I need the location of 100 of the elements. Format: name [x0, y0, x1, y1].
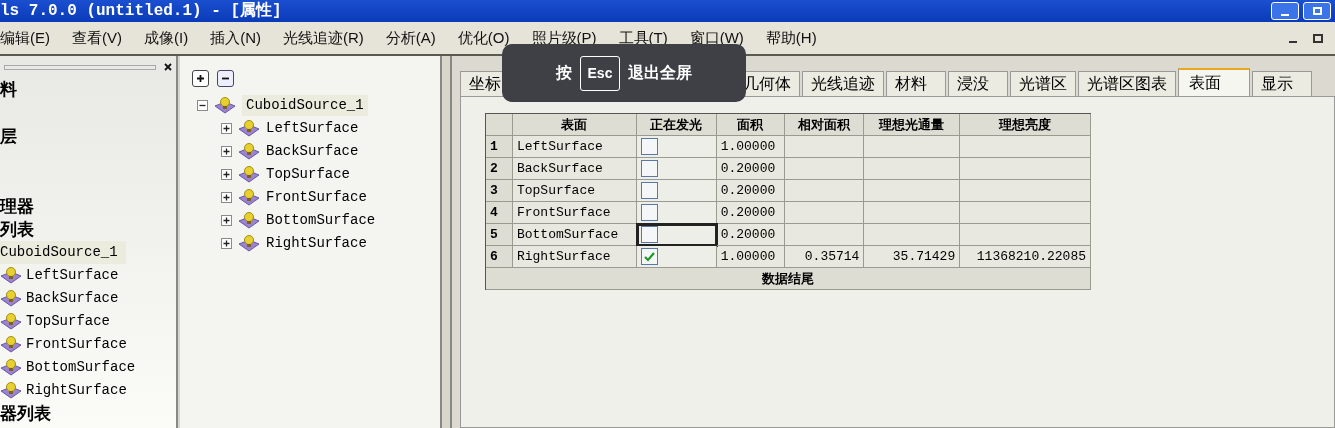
- tab[interactable]: 表面: [1178, 68, 1250, 96]
- row-header: 4: [486, 202, 513, 224]
- surface-icon: [0, 358, 22, 377]
- tree-item[interactable]: FrontSurface: [26, 334, 127, 355]
- section-heading: 理器: [0, 196, 35, 218]
- light-source-icon: [214, 96, 236, 115]
- surface-icon: [238, 211, 260, 230]
- menu-item[interactable]: 优化(O): [457, 26, 510, 50]
- tree-item[interactable]: BackSurface: [26, 288, 119, 309]
- checkbox[interactable]: [640, 160, 658, 177]
- plus-icon: [196, 74, 205, 83]
- tree-item[interactable]: BottomSurface: [26, 357, 136, 378]
- column-header: 理想亮度: [960, 114, 1091, 136]
- checkmark-icon: [643, 251, 655, 262]
- checkbox[interactable]: [640, 248, 658, 265]
- expand-icon[interactable]: [221, 192, 232, 203]
- tree-item[interactable]: RightSurface: [26, 380, 127, 401]
- row-header: 1: [486, 136, 513, 158]
- notice-text: 退出全屏: [628, 63, 693, 83]
- row-header: 6: [486, 246, 513, 268]
- column-header: 理想光通量: [864, 114, 961, 136]
- surface-icon: [238, 188, 260, 207]
- minimize-button[interactable]: [1271, 2, 1299, 20]
- expand-icon[interactable]: [221, 123, 232, 134]
- surface-icon: [0, 381, 22, 400]
- tree-item[interactable]: LeftSurface: [266, 118, 359, 139]
- table-cell: 1.00000: [716, 136, 785, 158]
- table-cell: TopSurface: [512, 180, 637, 202]
- column-header: 相对面积: [784, 114, 865, 136]
- menu-item[interactable]: 插入(N): [210, 26, 261, 50]
- surface-icon: [0, 335, 22, 354]
- tree-item[interactable]: CuboidSource_1: [242, 95, 368, 116]
- tab[interactable]: 显示: [1252, 71, 1312, 96]
- surface-icon: [238, 142, 260, 161]
- tree-item[interactable]: RightSurface: [266, 233, 367, 254]
- surface-icon: [238, 234, 260, 253]
- section-heading: 层: [0, 126, 18, 148]
- column-header: 表面: [512, 114, 637, 136]
- menu-item[interactable]: 成像(I): [144, 26, 189, 50]
- tree-item[interactable]: BackSurface: [266, 141, 359, 162]
- tree-item[interactable]: TopSurface: [26, 311, 110, 332]
- table-cell[interactable]: [636, 246, 717, 268]
- table-cell: FrontSurface: [512, 202, 637, 224]
- tab[interactable]: 材料: [886, 71, 946, 96]
- table-cell[interactable]: [636, 158, 717, 180]
- tree-item[interactable]: TopSurface: [266, 164, 350, 185]
- checkbox[interactable]: [640, 182, 658, 199]
- menu-item[interactable]: 查看(V): [72, 26, 122, 50]
- table-footer: 数据结尾: [486, 268, 1091, 290]
- tab[interactable]: 光谱区图表: [1078, 71, 1176, 96]
- menu-item[interactable]: 分析(A): [385, 26, 436, 50]
- tree-item[interactable]: FrontSurface: [266, 187, 367, 208]
- restore-icon[interactable]: [1313, 33, 1323, 43]
- tree-item[interactable]: CuboidSource_1: [0, 241, 126, 264]
- key-badge: Esc: [579, 55, 621, 91]
- column-header: 面积: [716, 114, 785, 136]
- table-cell[interactable]: [636, 224, 717, 246]
- collapse-icon[interactable]: [197, 100, 208, 111]
- notice-text: 按: [555, 63, 572, 83]
- column-header: 正在发光: [636, 114, 717, 136]
- tree-item[interactable]: BottomSurface: [266, 210, 376, 231]
- table-cell: 0.20000: [716, 202, 785, 224]
- table-cell: 0.20000: [716, 158, 785, 180]
- menu-item[interactable]: 编辑(E): [0, 26, 50, 50]
- checkbox[interactable]: [640, 138, 658, 155]
- section-heading: 器列表: [0, 403, 52, 425]
- expand-icon[interactable]: [221, 215, 232, 226]
- surface-icon: [0, 312, 22, 331]
- row-header: 2: [486, 158, 513, 180]
- tab[interactable]: 浸没: [948, 71, 1008, 96]
- restore-button[interactable]: [1303, 2, 1331, 20]
- surface-icon: [238, 119, 260, 138]
- checkbox[interactable]: [640, 204, 658, 221]
- row-header: 5: [486, 224, 513, 246]
- close-icon[interactable]: [164, 63, 172, 71]
- expand-icon[interactable]: [221, 169, 232, 180]
- window-title: ls 7.0.0 (untitled.1) - [属性]: [0, 0, 282, 22]
- expand-icon[interactable]: [221, 238, 232, 249]
- row-header: 3: [486, 180, 513, 202]
- collapse-all-button[interactable]: [217, 70, 234, 87]
- section-heading: 列表: [0, 219, 35, 241]
- table-cell[interactable]: [636, 180, 717, 202]
- table-cell[interactable]: [636, 202, 717, 224]
- surface-icon: [0, 266, 22, 285]
- surface-icon: [0, 289, 22, 308]
- tab[interactable]: 光线追迹: [802, 71, 884, 96]
- table-cell[interactable]: [636, 136, 717, 158]
- tab[interactable]: 光谱区: [1010, 71, 1076, 96]
- table-cell: BackSurface: [512, 158, 637, 180]
- table-cell: 0.20000: [716, 224, 785, 246]
- tree-item[interactable]: LeftSurface: [26, 265, 119, 286]
- expand-icon[interactable]: [221, 146, 232, 157]
- expand-all-button[interactable]: [192, 70, 209, 87]
- menu-item[interactable]: 帮助(H): [765, 26, 817, 50]
- checkbox[interactable]: [640, 226, 658, 243]
- table-cell: 0.20000: [716, 180, 785, 202]
- surface-icon: [238, 165, 260, 184]
- table-cell: LeftSurface: [512, 136, 637, 158]
- menu-item[interactable]: 光线追迹(R): [283, 26, 364, 50]
- section-heading: 料: [0, 79, 18, 101]
